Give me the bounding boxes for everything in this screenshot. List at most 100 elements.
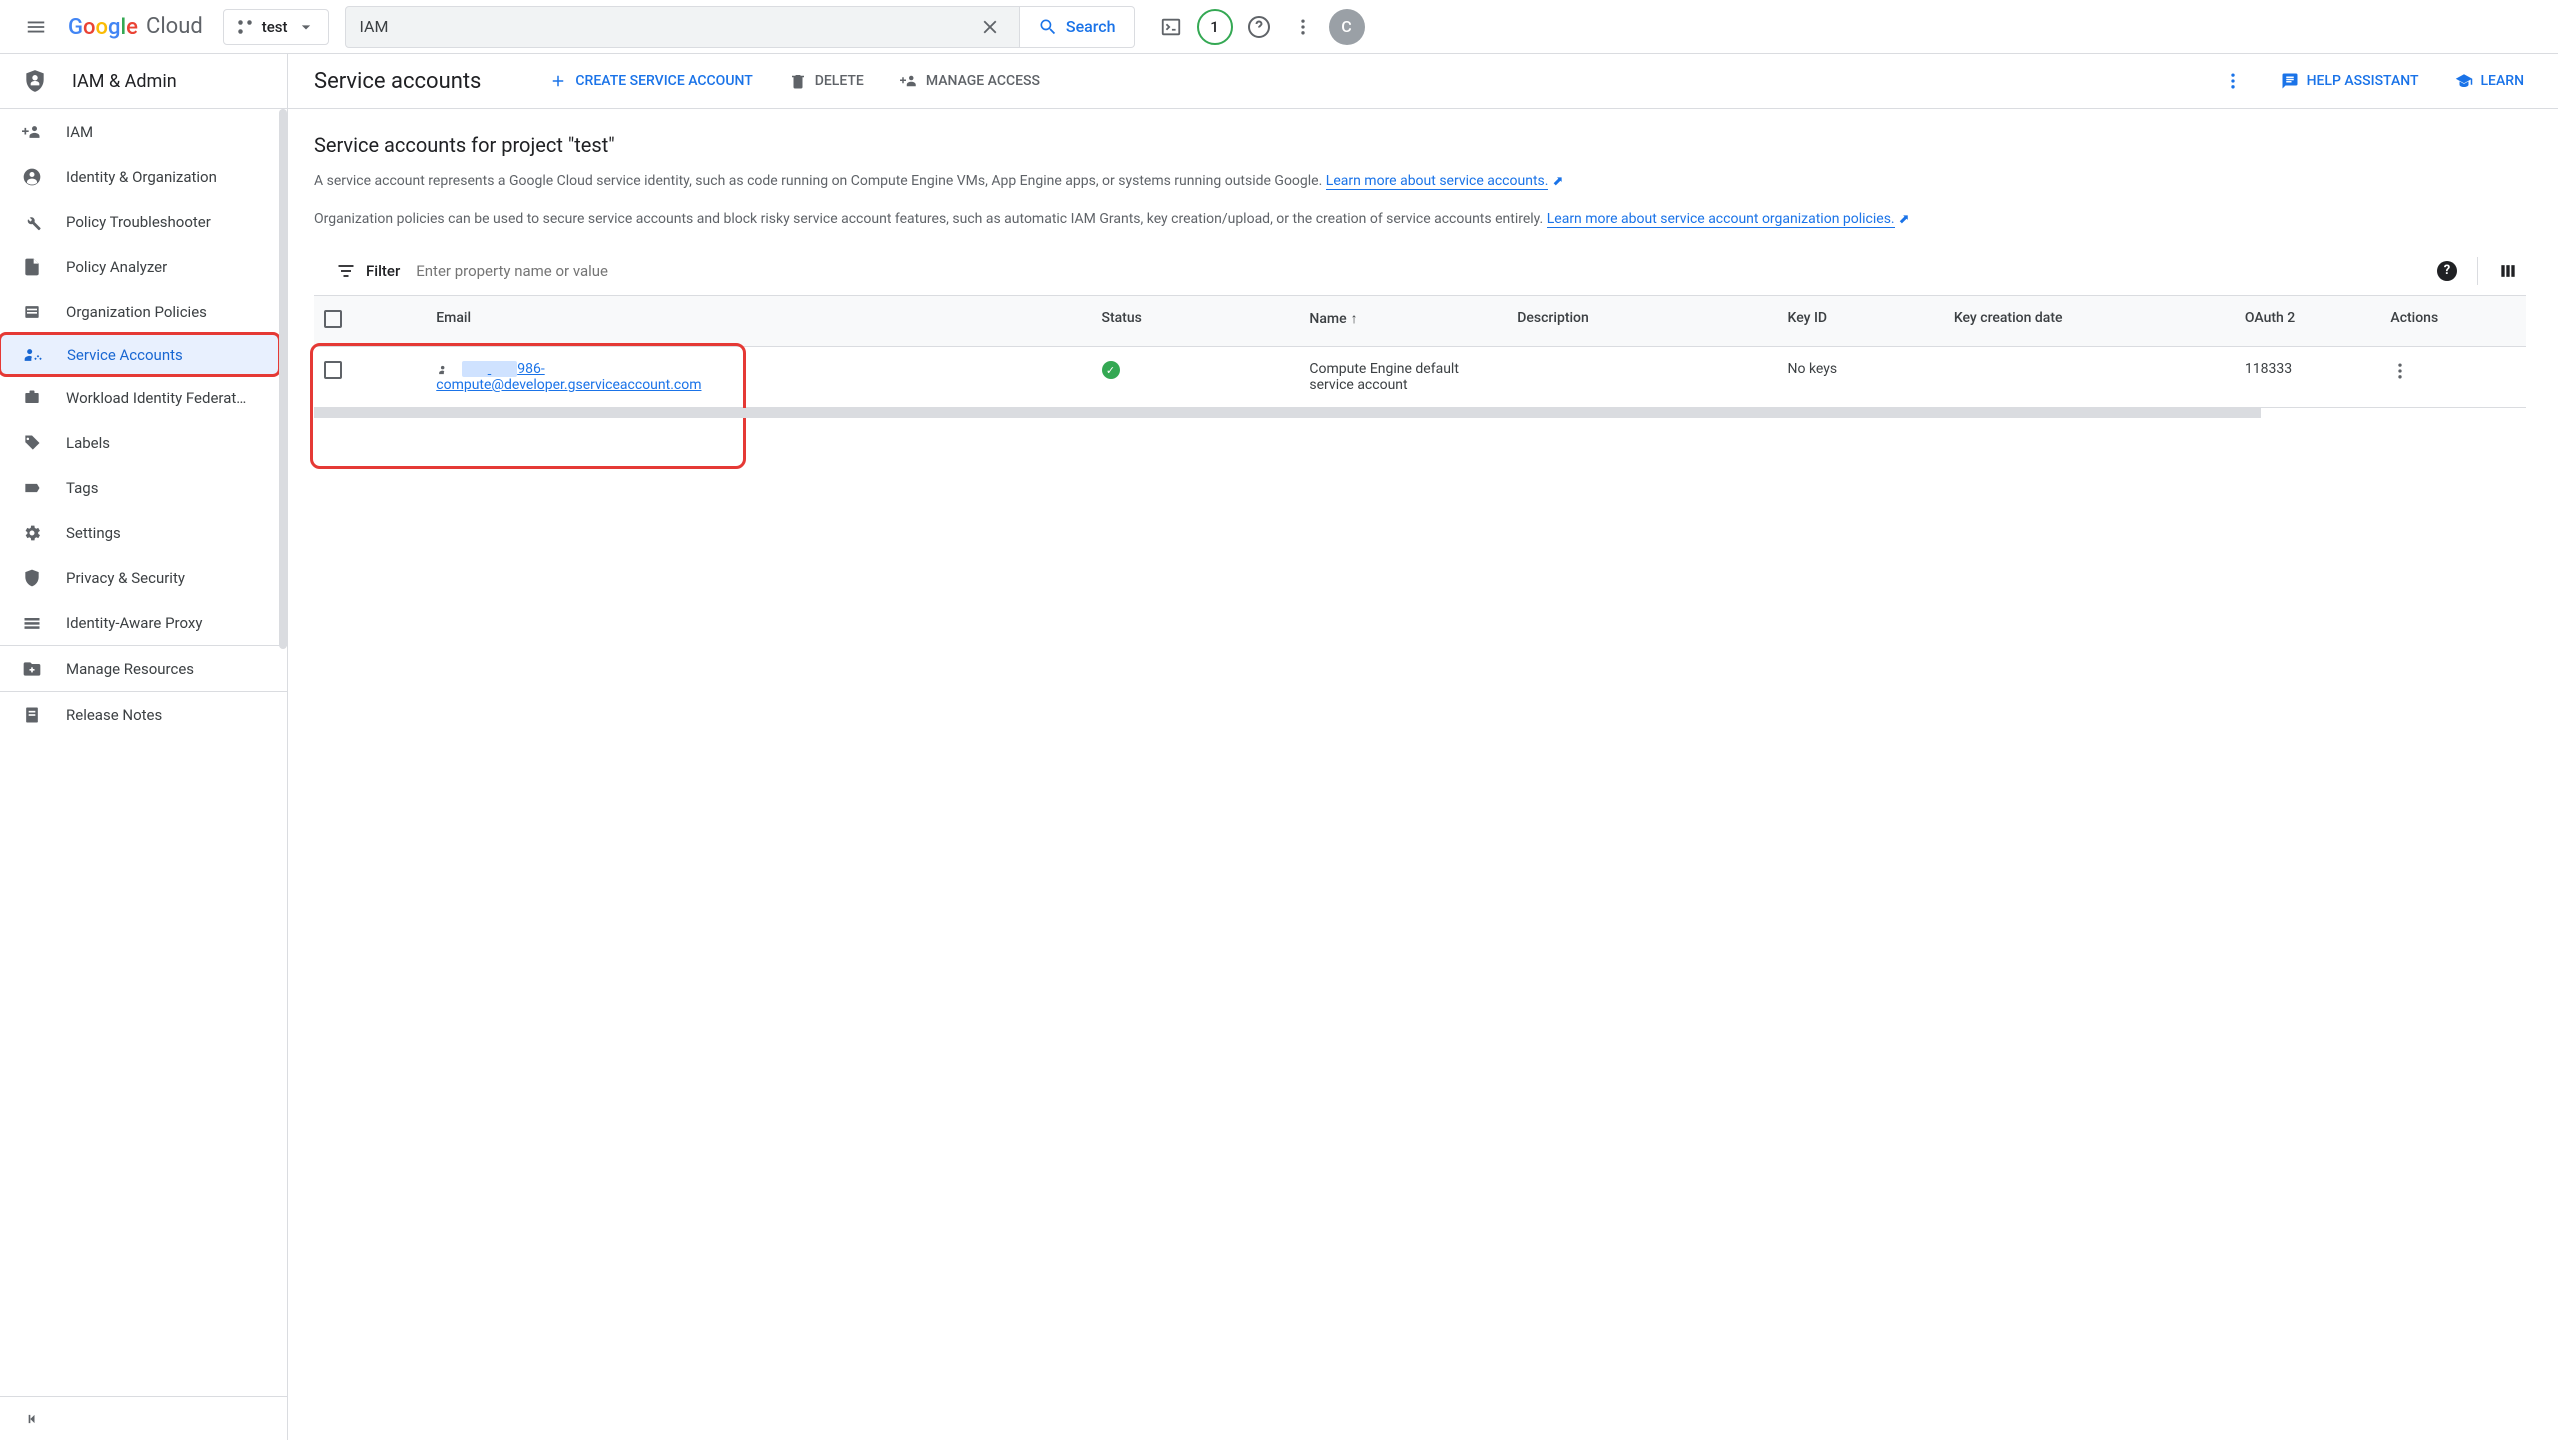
- more-vert-icon: [2223, 71, 2243, 91]
- sidebar-item-privacy-security[interactable]: Privacy & Security: [0, 555, 287, 600]
- service-account-email-link[interactable]: 986- compute@developer.gserviceaccount.c…: [436, 361, 701, 393]
- sidebar-item-labels[interactable]: Labels: [0, 420, 287, 465]
- account-button[interactable]: C: [1327, 7, 1367, 47]
- cell-oauth2: 118333: [2235, 347, 2381, 408]
- person-add-icon: [22, 122, 42, 142]
- trash-icon: [789, 72, 807, 90]
- badge-icon: [22, 388, 42, 408]
- trial-status-button[interactable]: 1: [1195, 7, 1235, 47]
- help-assistant-button[interactable]: HELP ASSISTANT: [2273, 66, 2427, 96]
- col-description[interactable]: Description: [1507, 296, 1777, 347]
- more-vert-icon: [2390, 361, 2410, 381]
- help-button[interactable]: [1239, 7, 1279, 47]
- header-actions: 1 C: [1151, 7, 1367, 47]
- sidebar-item-label: Organization Policies: [66, 303, 207, 321]
- filter-icon: [336, 261, 356, 281]
- cell-email: 986- compute@developer.gserviceaccount.c…: [426, 347, 1091, 408]
- cell-key-creation: [1944, 347, 2235, 408]
- column-display-button[interactable]: [2498, 261, 2518, 281]
- hamburger-menu-button[interactable]: [12, 3, 60, 51]
- iap-icon: [22, 613, 42, 633]
- content: Service accounts for project "test" A se…: [288, 109, 2558, 1440]
- sidebar-item-label: Privacy & Security: [66, 569, 185, 587]
- row-actions-button[interactable]: [2390, 361, 2516, 381]
- col-key-id[interactable]: Key ID: [1778, 296, 1944, 347]
- google-cloud-logo[interactable]: Google Cloud: [68, 14, 203, 39]
- select-all-checkbox[interactable]: [324, 310, 342, 328]
- sidebar-item-iam[interactable]: IAM: [0, 109, 287, 154]
- search-button[interactable]: Search: [1020, 6, 1135, 48]
- col-actions: Actions: [2380, 296, 2526, 347]
- description-2: Organization policies can be used to sec…: [314, 209, 2526, 231]
- col-name[interactable]: Name↑: [1299, 296, 1507, 347]
- search-clear-button[interactable]: [975, 16, 1005, 38]
- filter-input[interactable]: [416, 262, 2421, 280]
- project-icon: [236, 18, 254, 36]
- sidebar-item-label: Tags: [66, 479, 98, 497]
- columns-icon: [2498, 261, 2518, 281]
- filter-label-text: Filter: [366, 262, 400, 280]
- close-icon: [979, 16, 1001, 38]
- cloud-shell-button[interactable]: [1151, 7, 1191, 47]
- learn-button[interactable]: LEARN: [2447, 66, 2533, 96]
- grad-cap-icon: [2455, 72, 2473, 90]
- external-link-icon: ⬈: [1899, 210, 1910, 230]
- delete-button[interactable]: DELETE: [781, 66, 872, 96]
- google-logo-icon: Google: [68, 15, 142, 39]
- col-email[interactable]: Email: [426, 296, 1091, 347]
- sidebar-item-policy-analyzer[interactable]: Policy Analyzer: [0, 244, 287, 289]
- layout: IAM & Admin IAM Identity & Organization …: [0, 54, 2558, 1440]
- sidebar-header[interactable]: IAM & Admin: [0, 54, 287, 109]
- wrench-icon: [22, 212, 42, 232]
- overflow-button[interactable]: [2213, 61, 2253, 101]
- more-button[interactable]: [1283, 7, 1323, 47]
- manage-access-button[interactable]: MANAGE ACCESS: [892, 66, 1048, 96]
- filter-toggle[interactable]: Filter: [336, 261, 400, 281]
- sidebar-item-label: Labels: [66, 434, 110, 452]
- col-key-creation[interactable]: Key creation date: [1944, 296, 2235, 347]
- sidebar-item-identity-org[interactable]: Identity & Organization: [0, 154, 287, 199]
- sidebar-item-iap[interactable]: Identity-Aware Proxy: [0, 600, 287, 645]
- project-selector[interactable]: test: [223, 9, 329, 45]
- sidebar-item-workload-identity[interactable]: Workload Identity Federat…: [0, 375, 287, 420]
- sidebar-item-policy-troubleshooter[interactable]: Policy Troubleshooter: [0, 199, 287, 244]
- search-input[interactable]: [360, 17, 975, 36]
- filter-help-button[interactable]: ?: [2437, 261, 2457, 281]
- desc2-text: Organization policies can be used to sec…: [314, 211, 1547, 227]
- page-title: Service accounts: [314, 69, 481, 94]
- col-oauth2[interactable]: OAuth 2: [2235, 296, 2381, 347]
- col-status[interactable]: Status: [1092, 296, 1300, 347]
- more-vert-icon: [1293, 17, 1313, 37]
- service-account-icon: [23, 345, 43, 365]
- list-icon: [22, 302, 42, 322]
- search-container: Search: [345, 6, 1135, 48]
- gear-icon: [22, 523, 42, 543]
- sidebar-item-service-accounts[interactable]: Service Accounts: [0, 332, 281, 377]
- learn-more-org-policies-link[interactable]: Learn more about service account organiz…: [1547, 211, 1895, 228]
- search-button-label: Search: [1066, 17, 1116, 36]
- learn-more-service-accounts-link[interactable]: Learn more about service accounts.: [1326, 173, 1549, 190]
- sidebar-item-org-policies[interactable]: Organization Policies: [0, 289, 287, 334]
- folder-plus-icon: [22, 659, 42, 679]
- tag-icon: [22, 433, 42, 453]
- sidebar-item-release-notes[interactable]: Release Notes: [0, 692, 287, 737]
- search-icon: [1038, 17, 1058, 37]
- divider: [2477, 257, 2478, 285]
- chevron-left-icon: [22, 1409, 42, 1429]
- sidebar-item-label: Policy Troubleshooter: [66, 213, 211, 231]
- cell-description: [1507, 347, 1777, 408]
- sidebar-item-label: Identity-Aware Proxy: [66, 614, 202, 632]
- account-circle-icon: [22, 167, 42, 187]
- create-service-account-button[interactable]: CREATE SERVICE ACCOUNT: [541, 66, 760, 96]
- sidebar-item-settings[interactable]: Settings: [0, 510, 287, 555]
- toolbar: Service accounts CREATE SERVICE ACCOUNT …: [288, 54, 2558, 109]
- scrollbar-thumb[interactable]: [314, 408, 2261, 418]
- table-header-row: Email Status Name↑ Description Key ID Ke…: [314, 296, 2526, 347]
- sidebar-item-label: Workload Identity Federat…: [66, 389, 246, 407]
- horizontal-scrollbar[interactable]: [314, 408, 2526, 418]
- sidebar-item-tags[interactable]: Tags: [0, 465, 287, 510]
- sidebar-item-manage-resources[interactable]: Manage Resources: [0, 646, 287, 691]
- sidebar-collapse-button[interactable]: [0, 1396, 287, 1440]
- help-label: HELP ASSISTANT: [2307, 73, 2419, 89]
- row-checkbox[interactable]: [324, 361, 342, 379]
